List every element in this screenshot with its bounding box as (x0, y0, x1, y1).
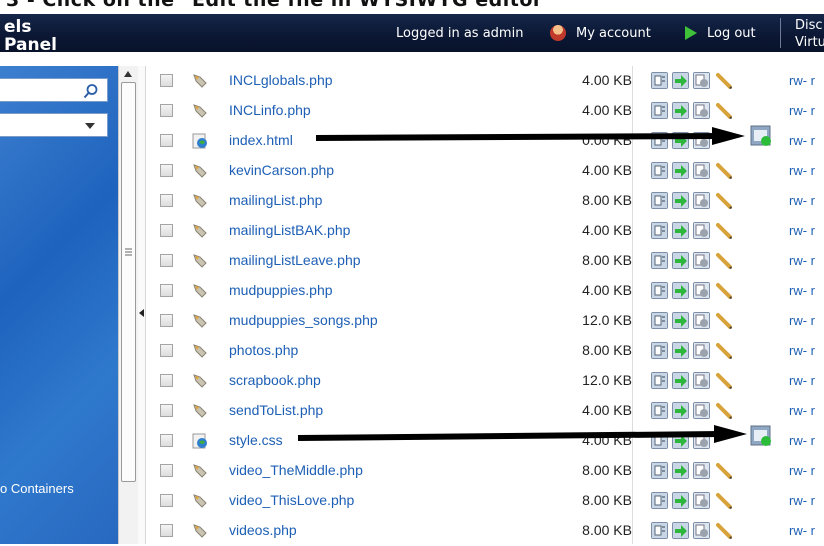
wysiwyg-edit-icon[interactable] (750, 425, 771, 446)
annotation-arrow-style (297, 425, 747, 443)
annotation-overlay (297, 125, 771, 446)
annotation-arrow-index (315, 127, 745, 145)
wysiwyg-edit-icon[interactable] (750, 125, 771, 146)
